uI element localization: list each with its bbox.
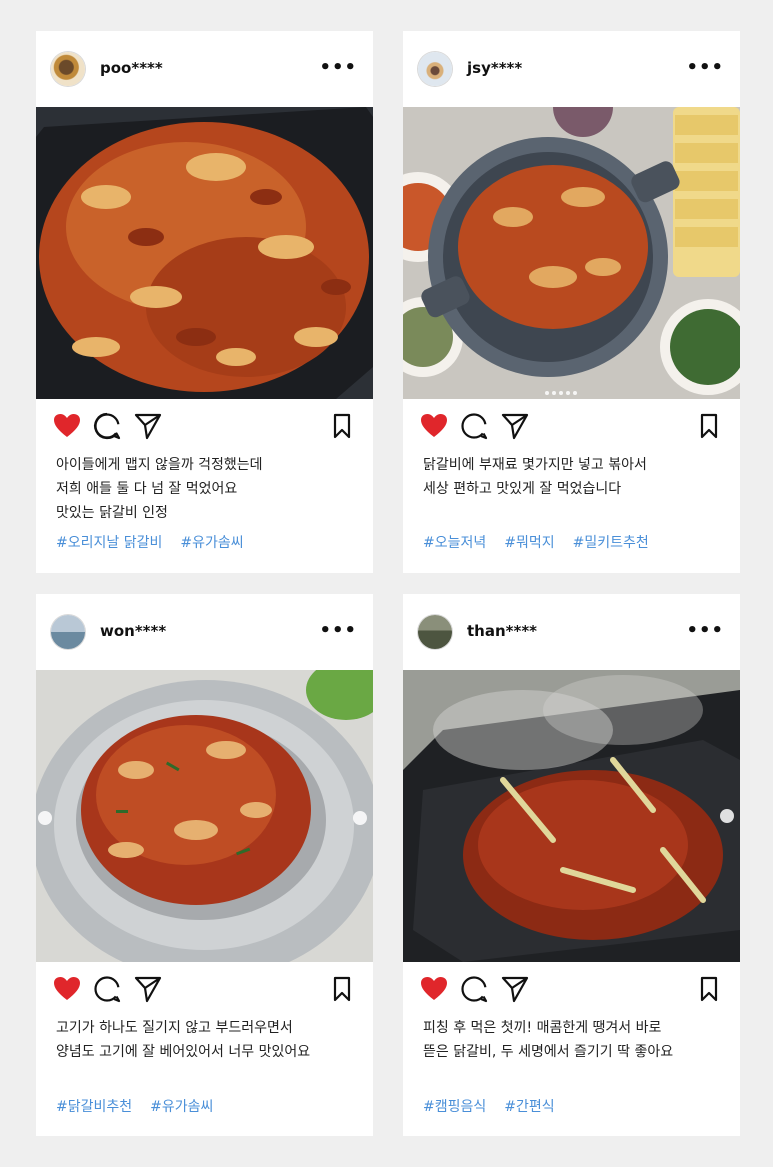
caption-line: 아이들에게 맵지 않을까 걱정했는데 bbox=[56, 457, 263, 473]
action-row bbox=[36, 411, 373, 445]
hashtag-link[interactable]: #오늘저녁 bbox=[423, 532, 486, 552]
heart-icon[interactable] bbox=[419, 974, 449, 1004]
username[interactable]: poo**** bbox=[100, 59, 163, 77]
hashtag-link[interactable]: #밀키트추천 bbox=[573, 532, 649, 552]
action-row bbox=[36, 974, 373, 1008]
post-header: won**** ••• bbox=[36, 594, 373, 670]
post-image[interactable] bbox=[36, 670, 373, 962]
bookmark-icon[interactable] bbox=[694, 974, 724, 1004]
heart-icon[interactable] bbox=[419, 411, 449, 441]
comment-icon[interactable] bbox=[92, 411, 122, 441]
caption-line: 맛있는 닭갈비 인정 bbox=[56, 505, 168, 521]
hashtag-link[interactable]: #유가솜씨 bbox=[180, 532, 243, 552]
more-options-icon[interactable]: ••• bbox=[686, 622, 724, 640]
avatar[interactable] bbox=[51, 52, 85, 86]
share-icon[interactable] bbox=[133, 411, 163, 441]
hashtag-list: #닭갈비추천 #유가솜씨 bbox=[56, 1096, 361, 1116]
heart-icon[interactable] bbox=[52, 411, 82, 441]
bookmark-icon[interactable] bbox=[694, 411, 724, 441]
username[interactable]: won**** bbox=[100, 622, 166, 640]
more-options-icon[interactable]: ••• bbox=[319, 59, 357, 77]
hashtag-list: #캠핑음식 #간편식 bbox=[423, 1096, 728, 1116]
share-icon[interactable] bbox=[133, 974, 163, 1004]
heart-icon[interactable] bbox=[52, 974, 82, 1004]
share-icon[interactable] bbox=[500, 411, 530, 441]
hashtag-list: #오늘저녁 #뭐먹지 #밀키트추천 bbox=[423, 532, 728, 552]
more-options-icon[interactable]: ••• bbox=[686, 59, 724, 77]
username[interactable]: jsy**** bbox=[467, 59, 522, 77]
more-options-icon[interactable]: ••• bbox=[319, 622, 357, 640]
caption-line: 양념도 고기에 잘 베어있어서 너무 맛있어요 bbox=[56, 1044, 311, 1060]
caption-line: 뜯은 닭갈비, 두 세명에서 즐기기 딱 좋아요 bbox=[423, 1044, 674, 1060]
share-icon[interactable] bbox=[500, 974, 530, 1004]
action-row bbox=[403, 974, 740, 1008]
caption-line: 닭갈비에 부재료 몇가지만 넣고 볶아서 bbox=[423, 457, 647, 473]
caption-line: 저희 애들 둘 다 넘 잘 먹었어요 bbox=[56, 481, 238, 497]
caption-line: 세상 편하고 맛있게 잘 먹었습니다 bbox=[423, 481, 622, 497]
post-caption: 고기가 하나도 질기지 않고 부드러우면서 양념도 고기에 잘 베어있어서 너무… bbox=[56, 1016, 361, 1064]
hashtag-link[interactable]: #유가솜씨 bbox=[150, 1096, 213, 1116]
post-caption: 아이들에게 맵지 않을까 걱정했는데 저희 애들 둘 다 넘 잘 먹었어요 맛있… bbox=[56, 453, 361, 525]
post-caption: 피칭 후 먹은 첫끼! 매콤한게 땡겨서 바로 뜯은 닭갈비, 두 세명에서 즐… bbox=[423, 1016, 728, 1064]
avatar[interactable] bbox=[51, 615, 85, 649]
avatar[interactable] bbox=[418, 52, 452, 86]
username[interactable]: than**** bbox=[467, 622, 537, 640]
post-header: jsy**** ••• bbox=[403, 31, 740, 107]
comment-icon[interactable] bbox=[459, 411, 489, 441]
hashtag-link[interactable]: #간편식 bbox=[504, 1096, 554, 1116]
caption-line: 고기가 하나도 질기지 않고 부드러우면서 bbox=[56, 1020, 293, 1036]
hashtag-list: #오리지날 닭갈비 #유가솜씨 bbox=[56, 532, 361, 552]
post-image[interactable] bbox=[36, 107, 373, 399]
post-card: jsy**** ••• 닭갈비에 부재료 몇가지만 넣고 볶아서 세상 편하고 … bbox=[403, 31, 740, 573]
hashtag-link[interactable]: #캠핑음식 bbox=[423, 1096, 486, 1116]
post-caption: 닭갈비에 부재료 몇가지만 넣고 볶아서 세상 편하고 맛있게 잘 먹었습니다 bbox=[423, 453, 728, 501]
post-card: won**** ••• 고기가 하나도 질기지 않고 부드러우면서 양념도 고기… bbox=[36, 594, 373, 1136]
hashtag-link[interactable]: #뭐먹지 bbox=[504, 532, 554, 552]
post-header: than**** ••• bbox=[403, 594, 740, 670]
post-card: than**** ••• 피칭 후 먹은 첫끼! 매콤한게 땡겨서 바로 뜯은 … bbox=[403, 594, 740, 1136]
avatar[interactable] bbox=[418, 615, 452, 649]
action-row bbox=[403, 411, 740, 445]
hashtag-link[interactable]: #오리지날 닭갈비 bbox=[56, 532, 162, 552]
comment-icon[interactable] bbox=[92, 974, 122, 1004]
hashtag-link[interactable]: #닭갈비추천 bbox=[56, 1096, 132, 1116]
bookmark-icon[interactable] bbox=[327, 974, 357, 1004]
post-image[interactable] bbox=[403, 107, 740, 399]
post-header: poo**** ••• bbox=[36, 31, 373, 107]
bookmark-icon[interactable] bbox=[327, 411, 357, 441]
caption-line: 피칭 후 먹은 첫끼! 매콤한게 땡겨서 바로 bbox=[423, 1020, 662, 1036]
post-card: poo**** ••• 아이들에게 맵지 않을까 걱정했는데 저희 애들 둘 다… bbox=[36, 31, 373, 573]
post-image[interactable] bbox=[403, 670, 740, 962]
comment-icon[interactable] bbox=[459, 974, 489, 1004]
